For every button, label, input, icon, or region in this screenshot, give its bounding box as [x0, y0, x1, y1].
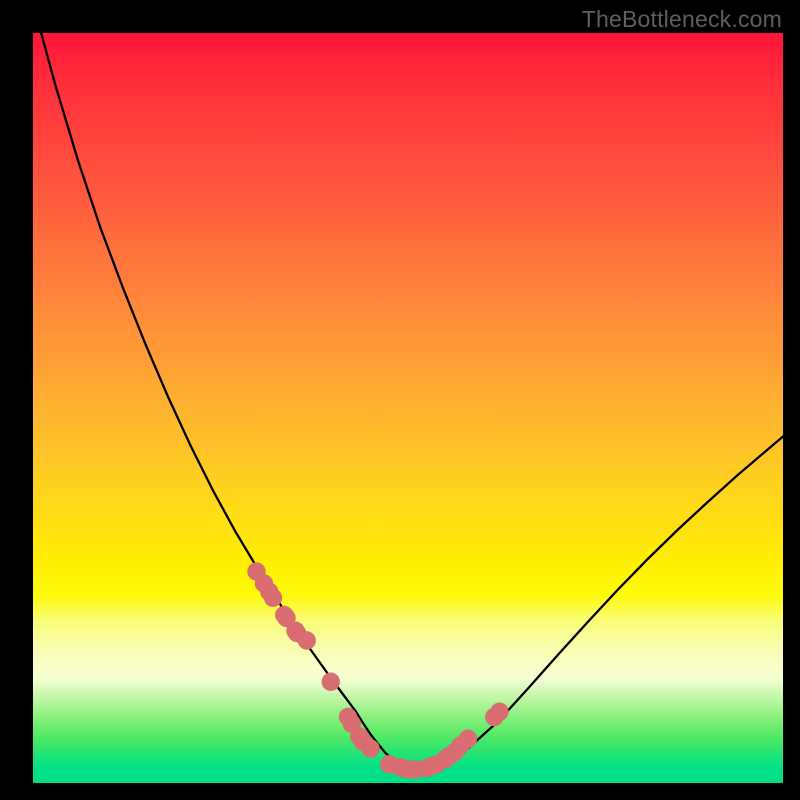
outer-frame: TheBottleneck.com	[0, 0, 800, 800]
gradient-background	[33, 33, 783, 783]
plot-area	[33, 33, 783, 783]
watermark-text: TheBottleneck.com	[582, 6, 782, 33]
